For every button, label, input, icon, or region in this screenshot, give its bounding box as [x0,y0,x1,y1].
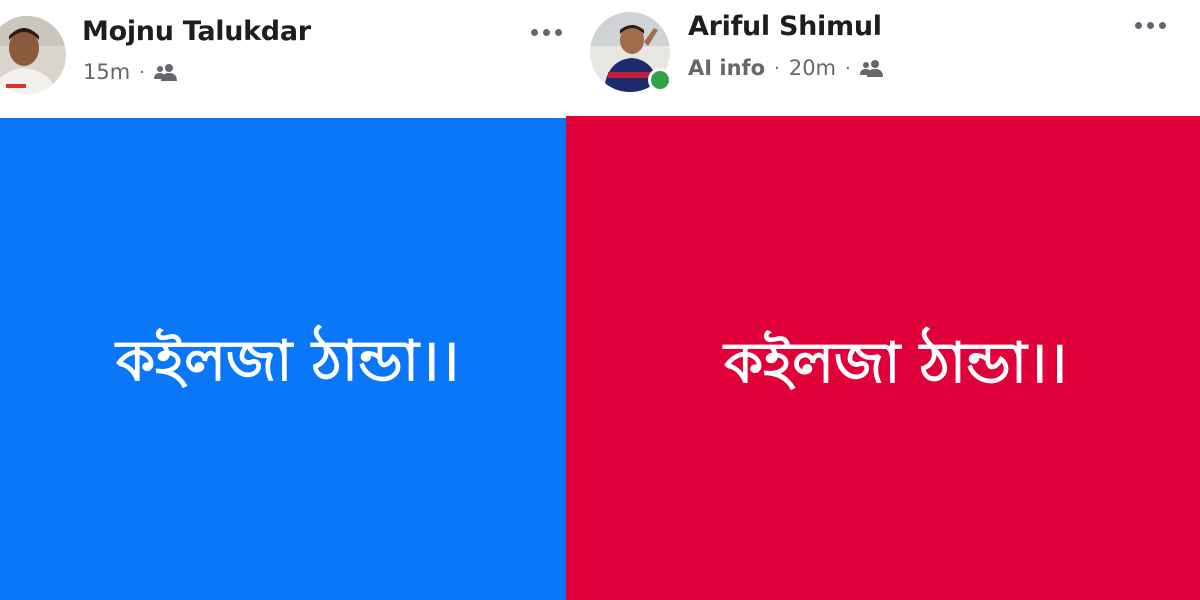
separator: · [845,57,851,79]
avatar[interactable] [0,16,66,94]
separator: · [774,57,780,79]
group-name[interactable]: AI info [688,56,765,80]
post-header: Ariful Shimul AI info · 20m · [566,0,1200,118]
post-meta: AI info · 20m · [688,56,884,80]
author-name[interactable]: Ariful Shimul [688,11,882,42]
author-name[interactable]: Mojnu Talukdar [82,16,311,47]
friends-icon[interactable] [153,63,178,81]
post-header: Mojnu Talukdar 15m · [0,0,566,118]
online-status-indicator [648,68,672,92]
post-text: কইলজা ঠান্ডা।। [724,331,1068,396]
post-time[interactable]: 15m [83,60,130,84]
post-ariful-shimul: Ariful Shimul AI info · 20m · কইলজা ঠান্… [566,0,1200,600]
post-mojnu-talukdar: Mojnu Talukdar 15m · কইলজা ঠান্ডা।। [0,0,566,600]
friends-icon[interactable] [859,59,884,77]
post-time[interactable]: 20m [789,56,836,80]
separator: · [139,61,145,83]
post-meta: 15m · [83,60,178,84]
post-text: কইলজা ঠান্ডা।। [116,329,460,394]
post-text-card: কইলজা ঠান্ডা।। [566,116,1200,600]
more-options-icon[interactable] [1135,22,1166,29]
post-text-card: কইলজা ঠান্ডা।। [0,118,566,600]
more-options-icon[interactable] [531,29,562,36]
